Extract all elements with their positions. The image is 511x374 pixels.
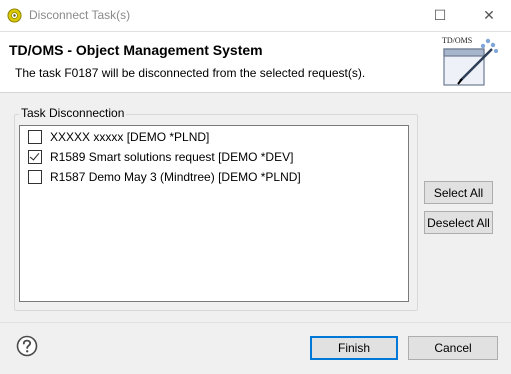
dialog-banner: TD/OMS - Object Management System The ta… — [0, 32, 511, 93]
deselect-all-button[interactable]: Deselect All — [424, 211, 493, 234]
request-list: XXXXX xxxxx [DEMO *PLND] R1589 Smart sol… — [19, 125, 409, 302]
banner-message: The task F0187 will be disconnected from… — [15, 66, 366, 80]
group-label: Task Disconnection — [19, 106, 127, 120]
request-checkbox[interactable] — [28, 130, 42, 144]
help-icon[interactable] — [16, 335, 38, 357]
footer-divider — [0, 322, 511, 323]
close-button[interactable]: ✕ — [470, 0, 508, 31]
request-label: XXXXX xxxxx [DEMO *PLND] — [50, 130, 210, 144]
maximize-icon: ☐ — [433, 7, 447, 23]
list-item[interactable]: R1589 Smart solutions request [DEMO *DEV… — [20, 147, 406, 167]
select-all-button[interactable]: Select All — [424, 181, 493, 204]
tdoms-banner-icon: TD/OMS — [442, 36, 498, 86]
request-label: R1589 Smart solutions request [DEMO *DEV… — [50, 150, 294, 164]
request-label: R1587 Demo May 3 (Mindtree) [DEMO *PLND] — [50, 170, 301, 184]
cancel-button[interactable]: Cancel — [408, 336, 498, 360]
list-item[interactable]: R1587 Demo May 3 (Mindtree) [DEMO *PLND] — [20, 167, 406, 187]
banner-image-label: TD/OMS — [442, 36, 472, 45]
finish-button[interactable]: Finish — [310, 336, 398, 360]
maximize-button[interactable]: ☐ — [421, 0, 459, 31]
request-checkbox[interactable] — [28, 150, 42, 164]
window-title: Disconnect Task(s) — [29, 8, 131, 22]
request-checkbox[interactable] — [28, 170, 42, 184]
tdoms-app-icon — [7, 8, 22, 23]
close-icon: ✕ — [483, 7, 495, 23]
banner-title: TD/OMS - Object Management System — [9, 42, 263, 58]
title-bar: Disconnect Task(s) ☐ ✕ — [0, 0, 511, 32]
list-item[interactable]: XXXXX xxxxx [DEMO *PLND] — [20, 127, 406, 147]
